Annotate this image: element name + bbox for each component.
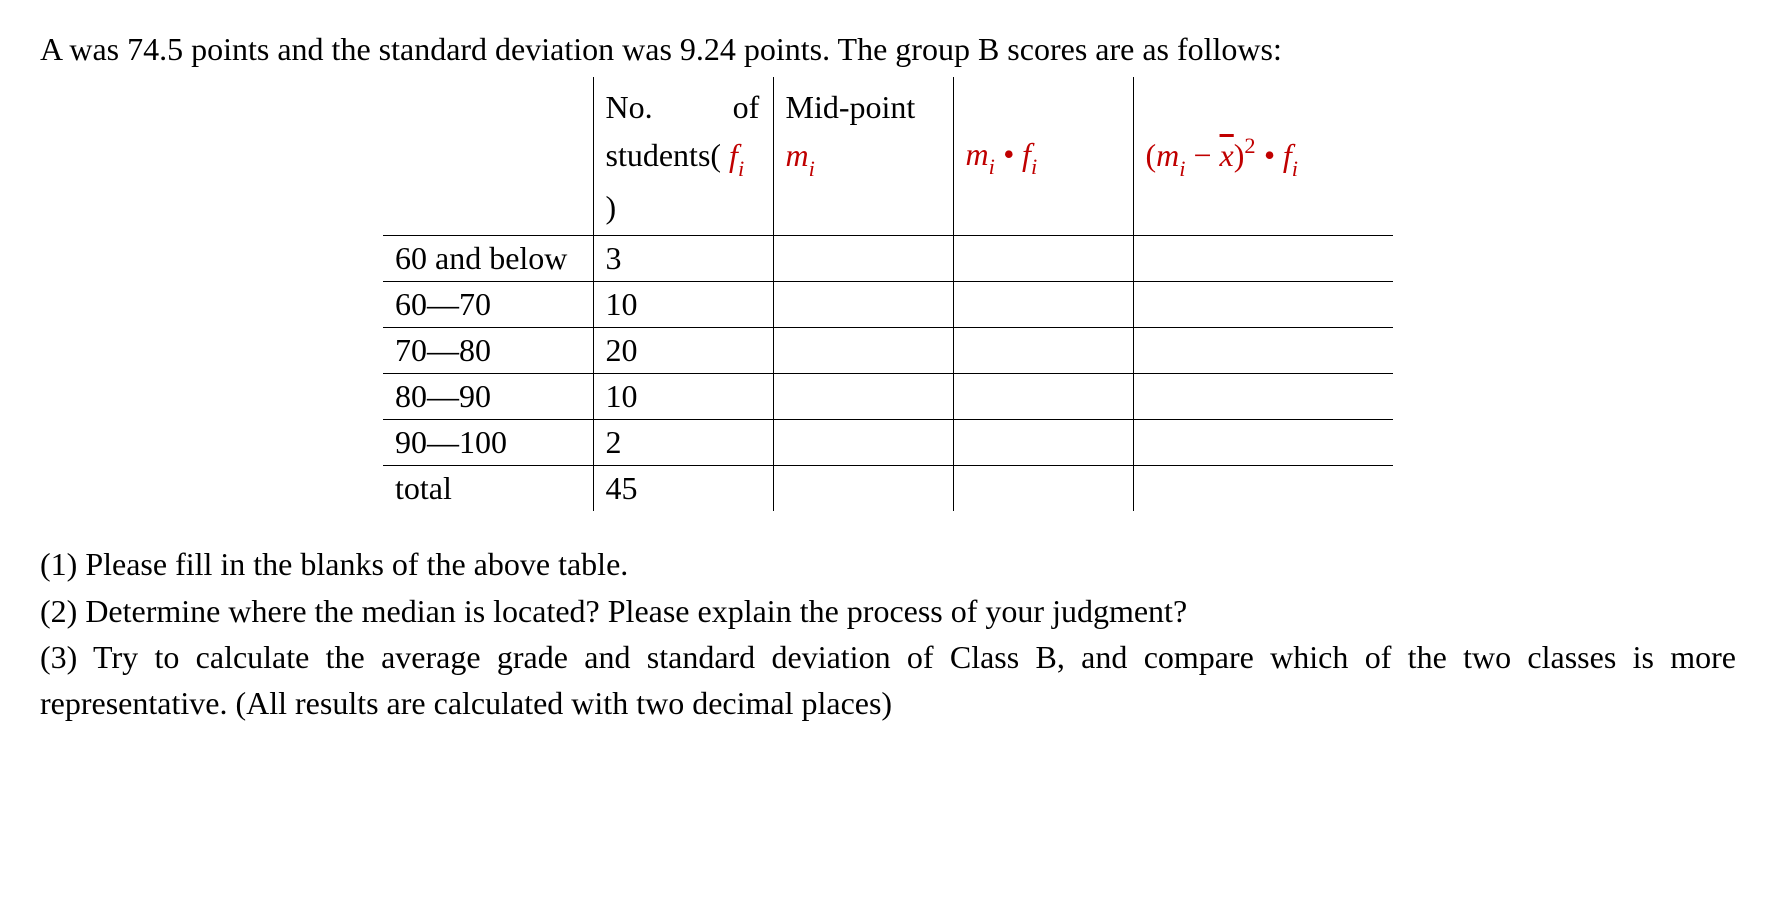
row-freq: 20 [593,328,773,374]
mi-subscript: i [809,156,815,181]
mi-letter: m [786,137,809,173]
row-freq: 10 [593,282,773,328]
mifi-m-letter: m [966,136,989,172]
question-3: (3) Try to calculate the average grade a… [40,634,1736,727]
sq-minus: − [1186,137,1220,173]
sq-exp: 2 [1244,133,1255,158]
row-freq: 10 [593,374,773,420]
table-header-row: No. of students( fi ) Mid-point mi mi • [383,77,1393,236]
row-mf [953,236,1133,282]
sq-m-sub: i [1179,156,1185,181]
sq-close: ) [1234,137,1245,173]
table-row: 80—90 10 [383,374,1393,420]
row-label: 80—90 [383,374,593,420]
row-freq: 3 [593,236,773,282]
row-label: 70—80 [383,328,593,374]
header-cell-mifi: mi • fi [953,77,1133,236]
fi-letter: f [729,137,738,173]
row-freq: 2 [593,420,773,466]
row-label: 60 and below [383,236,593,282]
header-cell-sqdevfi: (mi − x)2 • fi [1133,77,1393,236]
header-cell-midpoint: Mid-point mi [773,77,953,236]
question-2: (2) Determine where the median is locate… [40,588,1736,634]
question-block: (1) Please fill in the blanks of the abo… [40,541,1736,727]
table-row: 60 and below 3 [383,236,1393,282]
row-mf [953,466,1133,512]
sq-xbar: x [1220,137,1234,173]
row-label: total [383,466,593,512]
row-mf [953,282,1133,328]
question-1: (1) Please fill in the blanks of the abo… [40,541,1736,587]
row-mid [773,282,953,328]
row-mf [953,420,1133,466]
mifi-dot: • [995,136,1022,172]
frequency-table: No. of students( fi ) Mid-point mi mi • [383,77,1393,511]
students-label-suffix: ) [606,189,617,225]
row-sqf [1133,466,1393,512]
table-row-total: total 45 [383,466,1393,512]
row-mid [773,236,953,282]
sq-f-sub: i [1292,156,1298,181]
header-cell-blank [383,77,593,236]
midpoint-label: Mid-point [786,89,916,125]
of-label: of [733,89,760,125]
mifi-f-sub: i [1031,154,1037,179]
fi-subscript: i [738,156,744,181]
row-label: 90—100 [383,420,593,466]
row-sqf [1133,420,1393,466]
mifi-m-sub: i [989,154,995,179]
row-mid [773,420,953,466]
row-sqf [1133,282,1393,328]
sq-f-letter: f [1283,137,1292,173]
row-sqf [1133,374,1393,420]
row-mid [773,328,953,374]
row-mf [953,374,1133,420]
no-label: No. [606,89,653,125]
sq-m-letter: m [1156,137,1179,173]
table-row: 60—70 10 [383,282,1393,328]
row-mid [773,466,953,512]
row-label: 60—70 [383,282,593,328]
sq-dot: • [1256,137,1283,173]
students-label-prefix: students( [606,137,722,173]
mifi-f-letter: f [1022,136,1031,172]
row-sqf [1133,236,1393,282]
table-row: 70—80 20 [383,328,1393,374]
sq-open: ( [1146,137,1157,173]
header-cell-frequency: No. of students( fi ) [593,77,773,236]
table-row: 90—100 2 [383,420,1393,466]
intro-text: A was 74.5 points and the standard devia… [40,28,1736,71]
row-sqf [1133,328,1393,374]
row-freq: 45 [593,466,773,512]
row-mid [773,374,953,420]
row-mf [953,328,1133,374]
